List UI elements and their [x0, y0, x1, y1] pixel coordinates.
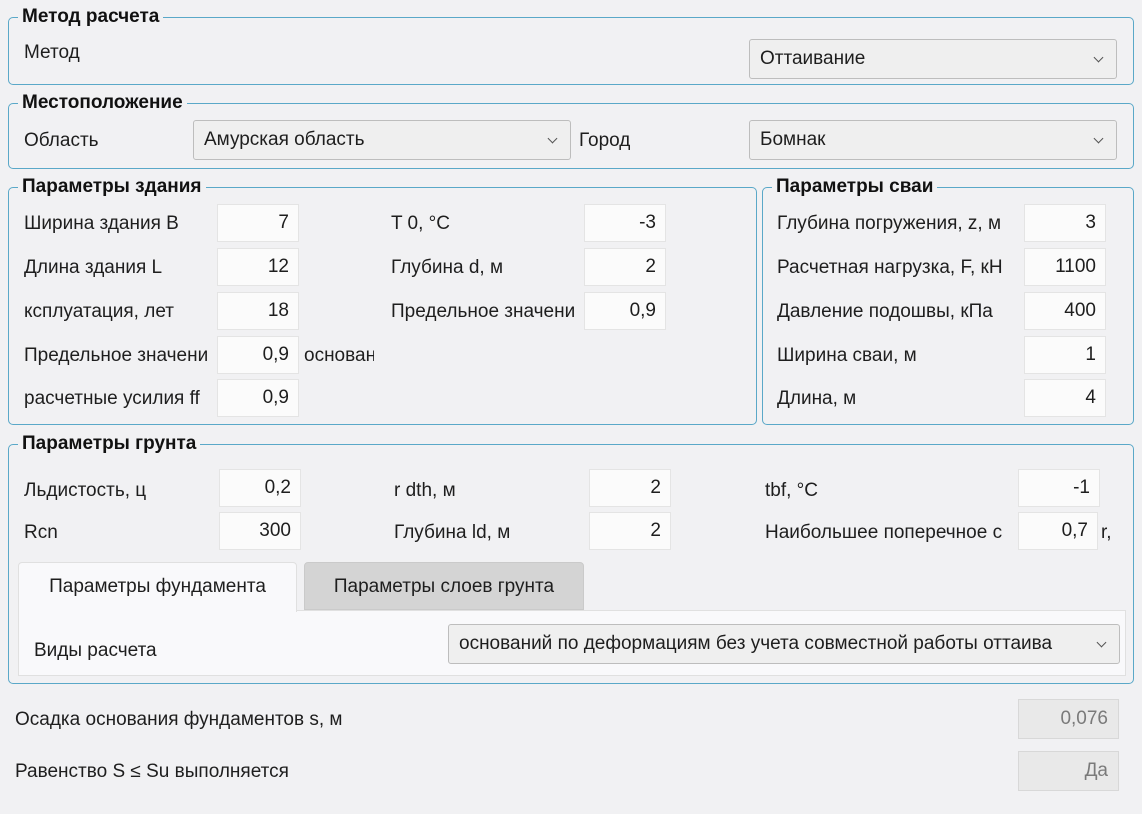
depth-d-label: Глубина d, м: [391, 257, 504, 278]
depth-ld-label: Глубина ld, м: [394, 522, 511, 543]
city-select[interactable]: Бомнак: [749, 120, 1117, 160]
method-select[interactable]: Оттаивание: [749, 39, 1117, 79]
pile-width-input[interactable]: 1: [1024, 336, 1106, 374]
building-length-label: Длина здания L: [24, 257, 163, 278]
building-group: Параметры здания Ширина здания B 7 Длина…: [8, 176, 757, 425]
cross-section-label: Наибольшее поперечное с: [765, 522, 1003, 543]
tbf-label: tbf, °C: [765, 480, 819, 501]
chevron-down-icon: [546, 121, 560, 159]
equality-label: Равенство S ≤ Su выполняется: [15, 761, 289, 782]
limit-value-2-label: Предельное значени: [391, 301, 576, 322]
foundation-tab-panel: Виды расчета оснований по деформациям бе…: [18, 610, 1126, 676]
design-forces-input[interactable]: 0,9: [217, 379, 299, 417]
design-forces-label: расчетные усилия ff: [24, 388, 200, 409]
settlement-label: Осадка основания фундаментов s, м: [15, 709, 343, 730]
rdth-label: r dth, м: [394, 480, 456, 501]
chevron-down-icon: [1095, 625, 1109, 663]
calc-type-select-value: оснований по деформациям без учета совме…: [459, 633, 1053, 654]
building-group-title: Параметры здания: [18, 176, 206, 198]
method-group: Метод расчета Метод Оттаивание: [8, 6, 1134, 85]
location-group-title: Местоположение: [18, 92, 187, 114]
immersion-depth-label: Глубина погружения, z, м: [777, 213, 1002, 234]
tbf-input[interactable]: -1: [1018, 469, 1100, 507]
city-select-value: Бомнак: [760, 129, 826, 150]
tab-soil-layers[interactable]: Параметры слоев грунта: [304, 562, 584, 610]
rdth-input[interactable]: 2: [589, 469, 671, 507]
calc-type-label: Виды расчета: [34, 640, 157, 661]
tab-foundation[interactable]: Параметры фундамента: [18, 562, 297, 612]
base-pressure-input[interactable]: 400: [1024, 292, 1106, 330]
base-pressure-label: Давление подошвы, кПа: [777, 301, 993, 322]
method-label: Метод: [24, 42, 80, 63]
building-width-input[interactable]: 7: [217, 204, 299, 242]
building-length-input[interactable]: 12: [217, 248, 299, 286]
region-select-value: Амурская область: [204, 129, 365, 150]
location-group: Местоположение Область Амурская область …: [8, 92, 1134, 169]
method-group-title: Метод расчета: [18, 6, 164, 28]
limit-value-suffix: основан: [304, 345, 374, 366]
pile-width-label: Ширина сваи, м: [777, 345, 917, 366]
soil-group-title: Параметры грунта: [18, 433, 201, 455]
depth-ld-input[interactable]: 2: [589, 512, 671, 550]
limit-value-label: Предельное значени: [24, 345, 209, 366]
cross-section-input[interactable]: 0,7: [1018, 512, 1098, 550]
ice-content-input[interactable]: 0,2: [219, 469, 301, 507]
region-label: Область: [24, 130, 99, 151]
immersion-depth-input[interactable]: 3: [1024, 204, 1106, 242]
calc-type-select[interactable]: оснований по деформациям без учета совме…: [448, 624, 1120, 664]
region-select[interactable]: Амурская область: [193, 120, 571, 160]
chevron-down-icon: [1092, 121, 1106, 159]
t0-label: T 0, °C: [391, 213, 450, 234]
rcn-label: Rcn: [24, 522, 58, 543]
pile-length-label: Длина, м: [777, 388, 857, 409]
pile-group: Параметры сваи Глубина погружения, z, м …: [762, 176, 1134, 425]
t0-input[interactable]: -3: [584, 204, 666, 242]
exploitation-label: ксплуатация, лет: [24, 301, 174, 322]
limit-value-input[interactable]: 0,9: [217, 336, 299, 374]
pile-length-input[interactable]: 4: [1024, 379, 1106, 417]
soil-group: Параметры грунта Льдистость, ц 0,2 Rcn 3…: [8, 433, 1134, 684]
settlement-output: 0,076: [1018, 699, 1119, 739]
chevron-down-icon: [1092, 40, 1106, 78]
rcn-input[interactable]: 300: [219, 512, 301, 550]
city-label: Город: [579, 130, 631, 151]
exploitation-input[interactable]: 18: [217, 292, 299, 330]
pile-group-title: Параметры сваи: [772, 176, 938, 198]
building-width-label: Ширина здания B: [24, 213, 179, 234]
depth-d-input[interactable]: 2: [584, 248, 666, 286]
method-select-value: Оттаивание: [760, 48, 866, 69]
ice-content-label: Льдистость, ц: [24, 480, 147, 501]
design-load-label: Расчетная нагрузка, F, кН: [777, 257, 1003, 278]
equality-output: Да: [1018, 751, 1119, 791]
design-load-input[interactable]: 1100: [1024, 248, 1106, 286]
cross-section-suffix: r,: [1101, 522, 1112, 543]
limit-value-2-input[interactable]: 0,9: [584, 292, 666, 330]
